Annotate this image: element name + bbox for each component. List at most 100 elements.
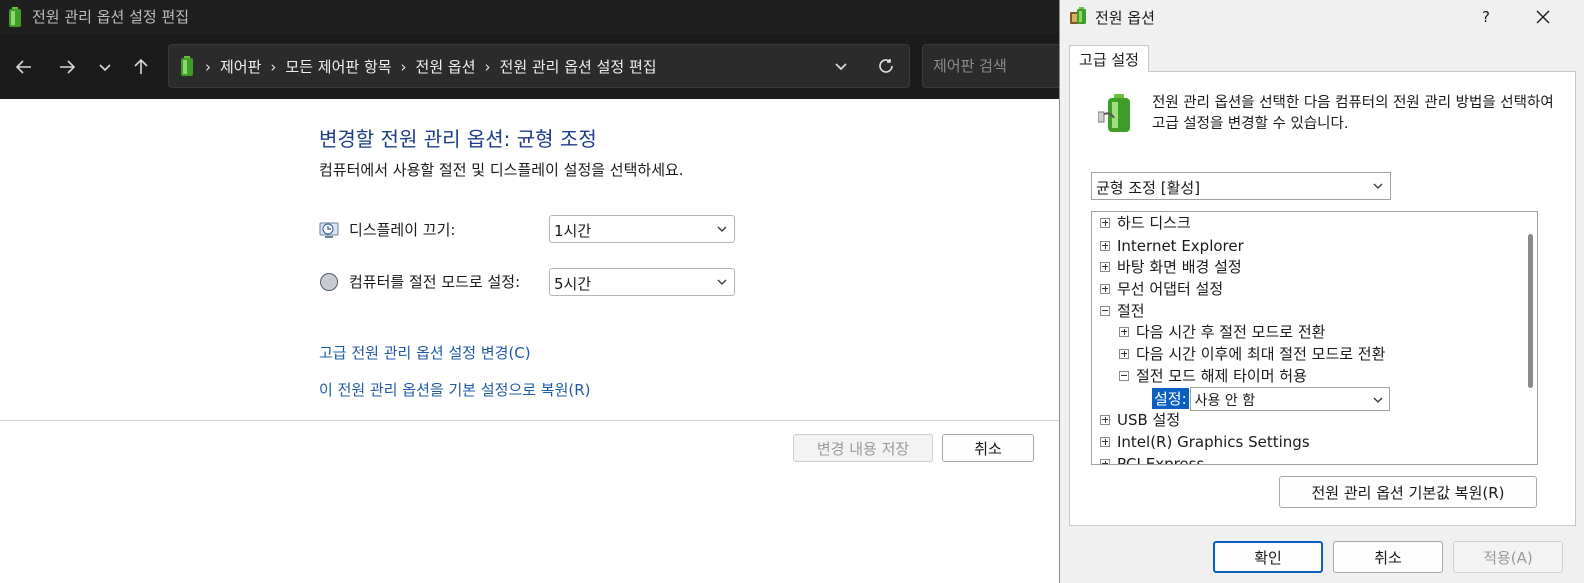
- advanced-settings-panel: 전원 관리 옵션을 선택한 다음 컴퓨터의 전원 관리 방법을 선택하여 고급 …: [1069, 71, 1576, 526]
- cancel-button[interactable]: 취소: [942, 434, 1034, 462]
- save-changes-button[interactable]: 변경 내용 저장: [793, 434, 933, 462]
- chevron-down-icon: [717, 279, 727, 285]
- forward-button[interactable]: [52, 53, 82, 81]
- tree-item-desktop-background[interactable]: 바탕 화면 배경 설정: [1100, 256, 1242, 277]
- wake-timers-value: 사용 안 함: [1194, 392, 1256, 409]
- chevron-down-icon: [1373, 183, 1383, 189]
- expand-icon[interactable]: [1119, 348, 1129, 359]
- back-button[interactable]: [9, 53, 39, 81]
- breadcrumb-item-edit-plan[interactable]: 전원 관리 옵션 설정 편집: [500, 56, 657, 77]
- tree-item-wake-timers[interactable]: 절전 모드 해제 타이머 허용: [1119, 365, 1307, 386]
- sleep-value: 5시간: [554, 275, 592, 293]
- expand-icon[interactable]: [1100, 261, 1110, 272]
- breadcrumb-item-power-options[interactable]: 전원 옵션: [416, 56, 476, 77]
- power-options-dialog: 전원 옵션 ? 고급 설정 전원 관리 옵션을 선택한 다음 컴퓨터의 전원 관…: [1059, 0, 1584, 583]
- breadcrumb-separator-icon[interactable]: ›: [401, 58, 407, 76]
- expand-icon[interactable]: [1119, 326, 1129, 337]
- tree-item-label: Internet Explorer: [1117, 236, 1244, 255]
- chevron-down-icon: [99, 64, 111, 72]
- apply-button[interactable]: 적용(A): [1453, 541, 1563, 573]
- scrollbar-thumb[interactable]: [1528, 234, 1533, 388]
- monitor-clock-icon: [319, 222, 339, 238]
- tree-item-label: 다음 시간 이후에 최대 절전 모드로 전환: [1136, 345, 1386, 363]
- expand-icon[interactable]: [1100, 217, 1110, 228]
- tree-item-label: 무선 어댑터 설정: [1117, 280, 1224, 298]
- tree-item-hibernate-after[interactable]: 다음 시간 이후에 최대 절전 모드로 전환: [1119, 343, 1385, 364]
- expand-icon[interactable]: [1100, 414, 1110, 425]
- power-plan-value: 균형 조정 [활성]: [1096, 179, 1201, 197]
- arrow-left-icon: [15, 60, 31, 74]
- recent-locations-button[interactable]: [90, 53, 120, 81]
- battery-icon: [9, 7, 21, 27]
- search-input[interactable]: [933, 55, 1063, 77]
- expand-icon[interactable]: [1100, 240, 1110, 251]
- sleep-select[interactable]: 5시간: [549, 268, 735, 296]
- tree-item-sleep-after[interactable]: 다음 시간 후 절전 모드로 전환: [1119, 321, 1325, 342]
- tree-item-wake-timers-setting[interactable]: 설정: 사용 안 함: [1152, 386, 1390, 411]
- arrow-right-icon: [60, 60, 76, 74]
- expand-icon[interactable]: [1100, 436, 1110, 447]
- tree-scrollbar[interactable]: [1519, 212, 1537, 464]
- tree-item-wireless-adapter[interactable]: 무선 어댑터 설정: [1100, 278, 1223, 299]
- control-panel-icon: [181, 56, 193, 76]
- tree-item-label: 하드 디스크: [1117, 214, 1191, 232]
- tree-item-label: 다음 시간 후 절전 모드로 전환: [1136, 323, 1326, 341]
- advanced-settings-link[interactable]: 고급 전원 관리 옵션 설정 변경(C): [319, 342, 531, 363]
- refresh-icon: [879, 59, 893, 73]
- page-title: 변경할 전원 관리 옵션: 균형 조정: [319, 127, 597, 151]
- expand-icon[interactable]: [1100, 283, 1110, 294]
- tree-item-label: 절전 모드 해제 타이머 허용: [1136, 367, 1307, 385]
- tree-item-hard-disk[interactable]: 하드 디스크: [1100, 212, 1191, 233]
- breadcrumb-item-control-panel[interactable]: 제어판: [220, 56, 261, 77]
- up-button[interactable]: [126, 53, 156, 81]
- close-button[interactable]: [1528, 4, 1558, 30]
- display-off-row: 디스플레이 끄기:: [319, 219, 455, 240]
- address-history-button[interactable]: [829, 53, 853, 79]
- tree-item-label: 절전: [1117, 302, 1145, 320]
- moon-icon: [320, 272, 338, 291]
- window-title: 전원 관리 옵션 설정 편집: [32, 8, 190, 26]
- restore-defaults-link[interactable]: 이 전원 관리 옵션을 기본 설정으로 복원(R): [319, 379, 591, 400]
- page-subtitle: 컴퓨터에서 사용할 절전 및 디스플레이 설정을 선택하세요.: [319, 161, 684, 179]
- tree-item-pci-express[interactable]: PCI Express: [1100, 453, 1204, 464]
- sleep-label: 컴퓨터를 절전 모드로 설정:: [349, 273, 521, 291]
- chevron-down-icon: [717, 226, 727, 232]
- close-icon: [1536, 10, 1550, 24]
- breadcrumb-separator-icon[interactable]: ›: [205, 58, 211, 76]
- tree-item-sleep[interactable]: 절전: [1100, 300, 1145, 321]
- tree-item-internet-explorer[interactable]: Internet Explorer: [1100, 235, 1244, 256]
- restore-plan-defaults-button[interactable]: 전원 관리 옵션 기본값 복원(R): [1279, 476, 1537, 508]
- tree-item-usb[interactable]: USB 설정: [1100, 409, 1180, 430]
- chevron-down-icon: [835, 63, 847, 71]
- breadcrumb-item-all-items[interactable]: 모든 제어판 항목: [285, 56, 391, 77]
- ok-button[interactable]: 확인: [1213, 541, 1323, 573]
- dialog-cancel-button[interactable]: 취소: [1333, 541, 1443, 573]
- collapse-icon[interactable]: [1100, 305, 1110, 316]
- address-bar[interactable]: › 제어판 › 모든 제어판 항목 › 전원 옵션 › 전원 관리 옵션 설정 …: [168, 44, 910, 88]
- tree-item-label: Intel(R) Graphics Settings: [1117, 432, 1310, 451]
- divider: [0, 420, 1060, 421]
- tree-item-label: USB 설정: [1117, 411, 1181, 429]
- battery-plug-icon: [1098, 94, 1130, 132]
- chevron-down-icon: [1373, 397, 1383, 403]
- breadcrumb-separator-icon[interactable]: ›: [485, 58, 491, 76]
- tab-advanced-settings[interactable]: 고급 설정: [1069, 45, 1149, 72]
- settings-tree[interactable]: 하드 디스크 Internet Explorer 바탕 화면 배경 설정 무선 …: [1091, 211, 1538, 465]
- tree-item-label: 바탕 화면 배경 설정: [1117, 258, 1242, 276]
- display-off-select[interactable]: 1시간: [549, 215, 735, 243]
- arrow-up-icon: [134, 58, 148, 74]
- main-content: 변경할 전원 관리 옵션: 균형 조정 컴퓨터에서 사용할 절전 및 디스플레이…: [0, 99, 1060, 583]
- power-plan-select[interactable]: 균형 조정 [활성]: [1091, 172, 1391, 200]
- collapse-icon[interactable]: [1119, 370, 1129, 381]
- dialog-title: 전원 옵션: [1095, 9, 1155, 27]
- display-off-label: 디스플레이 끄기:: [349, 221, 456, 239]
- power-options-icon: [1070, 7, 1086, 24]
- refresh-button[interactable]: [873, 53, 899, 79]
- expand-icon[interactable]: [1100, 458, 1110, 464]
- tree-item-intel-graphics[interactable]: Intel(R) Graphics Settings: [1100, 431, 1310, 452]
- help-button[interactable]: ?: [1472, 4, 1500, 30]
- breadcrumb-separator-icon[interactable]: ›: [270, 58, 276, 76]
- wake-timers-select[interactable]: 사용 안 함: [1189, 386, 1390, 411]
- setting-label: 설정:: [1152, 388, 1189, 409]
- breadcrumb: › 제어판 › 모든 제어판 항목 › 전원 옵션 › 전원 관리 옵션 설정 …: [205, 56, 657, 77]
